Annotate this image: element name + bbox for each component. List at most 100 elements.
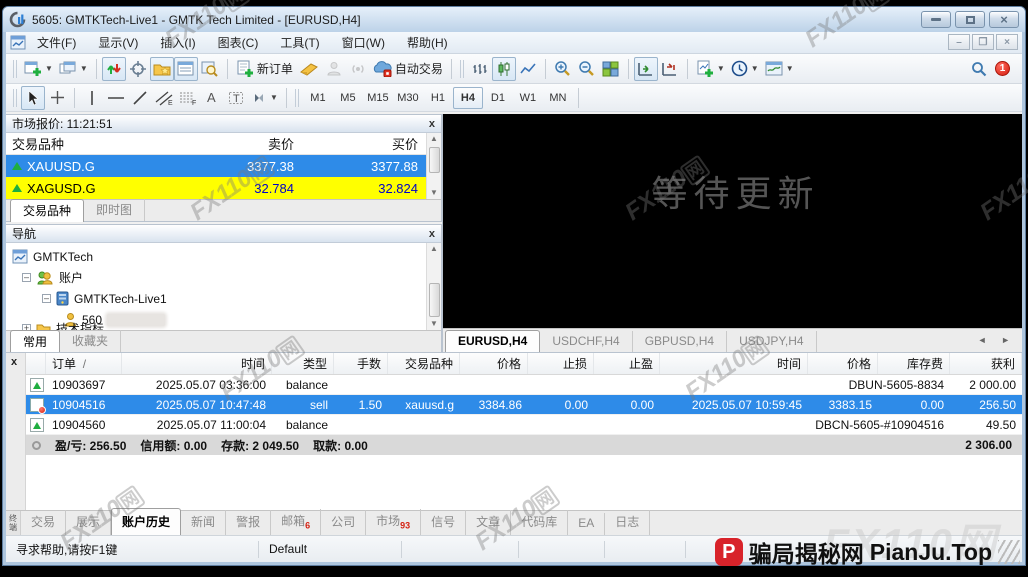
chart-tab-scroll-arrows[interactable]: ◄ ►: [978, 335, 1016, 345]
tab-exposure[interactable]: 展示: [66, 510, 111, 535]
terminal-vertical-grip[interactable]: 终端: [6, 511, 21, 535]
periods-button[interactable]: ▼: [728, 57, 762, 81]
mdi-restore-button[interactable]: ❐: [972, 34, 994, 50]
close-button[interactable]: ×: [989, 11, 1019, 28]
menu-help[interactable]: 帮助(H): [396, 32, 459, 53]
toolbar-grip[interactable]: [460, 60, 465, 78]
new-order-button[interactable]: 新订单: [233, 57, 296, 81]
navigator-toggle[interactable]: [150, 57, 174, 81]
timeframe-m5[interactable]: M5: [333, 87, 363, 109]
tab-common[interactable]: 常用: [10, 330, 60, 353]
tree-item-broker[interactable]: GMTKTech: [12, 246, 426, 267]
navigator-scrollbar[interactable]: ▲▼: [426, 243, 441, 330]
data-window-button[interactable]: [126, 57, 150, 81]
chart-tab-usdchf[interactable]: USDCHF,H4: [540, 331, 632, 352]
profiles-button[interactable]: ▼: [56, 57, 91, 81]
arrows-tool-button[interactable]: ▼: [248, 86, 281, 110]
market-watch-title-bar[interactable]: 市场报价: 11:21:51 x: [6, 115, 441, 133]
timeframe-m30[interactable]: M30: [393, 87, 423, 109]
tab-trade[interactable]: 交易: [21, 510, 66, 535]
search-icon[interactable]: [971, 61, 987, 77]
timeframe-m1[interactable]: M1: [303, 87, 333, 109]
mdi-close-button[interactable]: ×: [996, 34, 1018, 50]
menu-window[interactable]: 窗口(W): [331, 32, 396, 53]
community-button[interactable]: [322, 57, 346, 81]
market-watch-close-icon[interactable]: x: [429, 118, 435, 130]
tab-experts[interactable]: EA: [568, 513, 605, 535]
tree-item-indicators-clipped[interactable]: + 技术指标: [12, 318, 104, 330]
minimize-button[interactable]: [921, 11, 951, 28]
tab-code-base[interactable]: 代码库: [511, 510, 568, 535]
line-chart-button[interactable]: [516, 57, 540, 81]
tab-tick-chart[interactable]: 即时图: [84, 199, 145, 221]
menu-view[interactable]: 显示(V): [87, 32, 149, 53]
candlestick-chart-button[interactable]: [492, 57, 516, 81]
column-ask[interactable]: 买价: [302, 134, 426, 153]
status-profile[interactable]: Default: [259, 541, 402, 558]
tree-item-accounts[interactable]: – 账户: [12, 267, 426, 288]
equidistant-channel-button[interactable]: E: [152, 86, 176, 110]
column-symbol[interactable]: 交易品种: [6, 134, 184, 153]
zoom-in-button[interactable]: [551, 57, 575, 81]
autotrading-button[interactable]: 自动交易: [370, 57, 446, 81]
templates-button[interactable]: ▼: [762, 57, 797, 81]
history-row[interactable]: 10903697 2025.05.07 03:36:00 balance DBU…: [26, 375, 1022, 395]
crosshair-tool-button[interactable]: [45, 86, 69, 110]
bar-chart-button[interactable]: [468, 57, 492, 81]
text-tool-button[interactable]: A: [200, 86, 224, 110]
chart-area[interactable]: 等待更新: [443, 114, 1022, 328]
collapse-icon[interactable]: –: [42, 294, 51, 303]
autoscroll-button[interactable]: [634, 57, 658, 81]
terminal-close-icon[interactable]: x: [11, 356, 17, 368]
toolbar-grip[interactable]: [295, 89, 300, 107]
zoom-out-button[interactable]: [575, 57, 599, 81]
tab-market[interactable]: 市场93: [366, 509, 421, 535]
market-watch-toggle[interactable]: [102, 57, 126, 81]
timeframe-h1[interactable]: H1: [423, 87, 453, 109]
timeframe-h4[interactable]: H4: [453, 87, 483, 109]
tree-item-server[interactable]: – GMTKTech-Live1: [12, 288, 426, 309]
tab-articles[interactable]: 文章: [466, 510, 511, 535]
mdi-minimize-button[interactable]: –: [948, 34, 970, 50]
tab-favorites[interactable]: 收藏夹: [60, 330, 121, 352]
timeframe-d1[interactable]: D1: [483, 87, 513, 109]
tab-journal[interactable]: 日志: [605, 510, 650, 535]
chart-tab-eurusd[interactable]: EURUSD,H4: [445, 330, 540, 352]
title-bar[interactable]: 5605: GMTKTech-Live1 - GMTK Tech Limited…: [3, 7, 1025, 32]
signals-button[interactable]: [346, 57, 370, 81]
notifications-button[interactable]: 1: [995, 61, 1010, 76]
chart-tab-usdjpy[interactable]: USDJPY,H4: [727, 331, 816, 352]
symbol-row-xauusd[interactable]: XAUUSD.G 3377.38 3377.88: [6, 155, 426, 177]
timeframe-w1[interactable]: W1: [513, 87, 543, 109]
tab-company[interactable]: 公司: [321, 510, 366, 535]
indicators-button[interactable]: ▼: [693, 57, 728, 81]
market-watch-scrollbar[interactable]: ▲▼: [426, 133, 441, 199]
market-watch-header[interactable]: 交易品种 卖价 买价: [6, 133, 426, 155]
tab-news[interactable]: 新闻: [181, 510, 226, 535]
symbol-row-xagusd[interactable]: XAGUSD.G 32.784 32.824: [6, 177, 426, 199]
terminal-toggle[interactable]: [174, 57, 198, 81]
menu-insert[interactable]: 插入(I): [149, 32, 206, 53]
tab-signals[interactable]: 信号: [421, 510, 466, 535]
new-chart-button[interactable]: ▼: [21, 57, 56, 81]
vertical-line-button[interactable]: [80, 86, 104, 110]
toolbar-grip[interactable]: [13, 89, 18, 107]
chart-shift-button[interactable]: [658, 57, 682, 81]
menu-file[interactable]: 文件(F): [26, 32, 87, 53]
toolbar-grip[interactable]: [13, 60, 18, 78]
history-row-selected[interactable]: 10904516 2025.05.07 10:47:48 sell 1.50 x…: [26, 395, 1022, 415]
menu-tools[interactable]: 工具(T): [269, 32, 330, 53]
menu-charts[interactable]: 图表(C): [207, 32, 270, 53]
collapse-icon[interactable]: –: [22, 273, 31, 282]
tab-account-history[interactable]: 账户历史: [111, 508, 181, 535]
strategy-tester-button[interactable]: [198, 57, 222, 81]
tile-windows-button[interactable]: [599, 57, 623, 81]
chart-tab-gbpusd[interactable]: GBPUSD,H4: [633, 331, 727, 352]
timeframe-mn[interactable]: MN: [543, 87, 573, 109]
navigator-close-icon[interactable]: x: [429, 228, 435, 240]
column-bid[interactable]: 卖价: [184, 134, 302, 153]
tab-alerts[interactable]: 警报: [226, 510, 271, 535]
tab-symbols[interactable]: 交易品种: [10, 199, 84, 222]
horizontal-line-button[interactable]: [104, 86, 128, 110]
metaeditor-button[interactable]: [296, 57, 322, 81]
